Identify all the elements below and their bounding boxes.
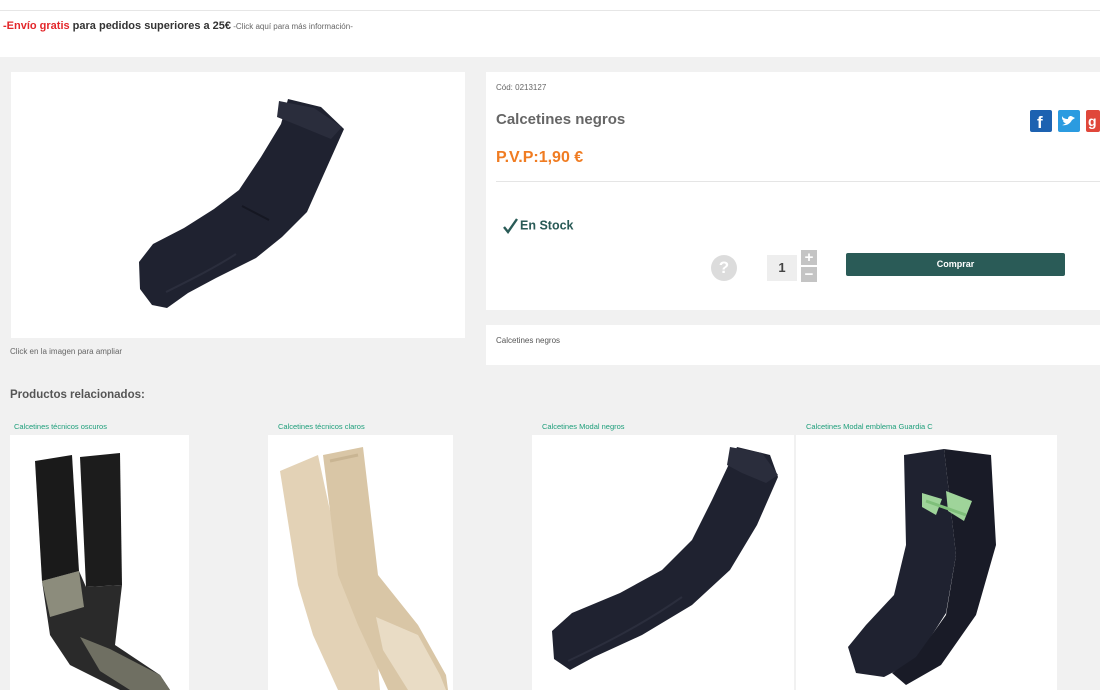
related-product-link[interactable]: Calcetines Modal negros — [542, 422, 625, 431]
sock-image — [280, 447, 448, 690]
quantity-increase-button[interactable]: + — [801, 250, 817, 265]
shipping-promo[interactable]: -Envío gratis para pedidos superiores a … — [3, 20, 353, 32]
related-product-image[interactable] — [796, 435, 1057, 690]
top-divider — [0, 10, 1100, 11]
svg-text:g: g — [1088, 113, 1097, 129]
quantity-input[interactable]: 1 — [767, 255, 797, 281]
twitter-share-button[interactable] — [1058, 110, 1080, 132]
google-plus-icon: g — [1088, 113, 1097, 129]
promo-text: para pedidos superiores a 25€ — [69, 20, 232, 32]
related-product-link[interactable]: Calcetines Modal emblema Guardia C — [806, 422, 933, 431]
product-description: Calcetines negros — [496, 336, 561, 345]
related-product-image[interactable] — [10, 435, 189, 690]
related-product-image[interactable] — [268, 435, 453, 690]
related-products-title: Productos relacionados: — [10, 389, 145, 401]
facebook-share-button[interactable]: f — [1030, 110, 1052, 132]
related-product-link[interactable]: Calcetines técnicos oscuros — [14, 422, 107, 431]
image-caption: Click en la imagen para ampliar — [10, 347, 123, 356]
sock-image — [35, 453, 170, 690]
related-product-image[interactable] — [532, 435, 794, 690]
promo-more-info[interactable]: -Click aquí para más información- — [231, 22, 353, 31]
info-divider — [496, 181, 1100, 182]
product-code: Cód: 0213127 — [496, 83, 547, 92]
twitter-icon — [1062, 115, 1075, 126]
google-plus-share-button[interactable]: g — [1086, 110, 1100, 132]
promo-highlight: -Envío gratis — [3, 20, 70, 32]
stock-status: En Stock — [502, 218, 574, 235]
facebook-icon: f — [1037, 113, 1043, 132]
description-panel: Calcetines negros — [486, 325, 1100, 365]
buy-button[interactable]: Comprar — [846, 253, 1065, 276]
quantity-decrease-button[interactable]: − — [801, 267, 817, 282]
top-bar: -Envío gratis para pedidos superiores a … — [0, 0, 1100, 57]
sock-image — [552, 447, 778, 670]
sock-image — [848, 449, 996, 685]
product-title: Calcetines negros — [496, 111, 626, 128]
sock-image — [139, 99, 344, 308]
product-price: P.V.P:1,90 € — [496, 149, 584, 166]
help-icon[interactable]: ? — [711, 255, 737, 281]
checkmark-icon — [503, 218, 518, 235]
product-main-image[interactable] — [11, 72, 465, 338]
product-info-panel: Cód: 0213127 Calcetines negros P.V.P:1,9… — [486, 72, 1100, 310]
stock-label: En Stock — [520, 218, 574, 233]
svg-text:f: f — [1037, 113, 1043, 132]
related-product-link[interactable]: Calcetines técnicos claros — [278, 422, 365, 431]
